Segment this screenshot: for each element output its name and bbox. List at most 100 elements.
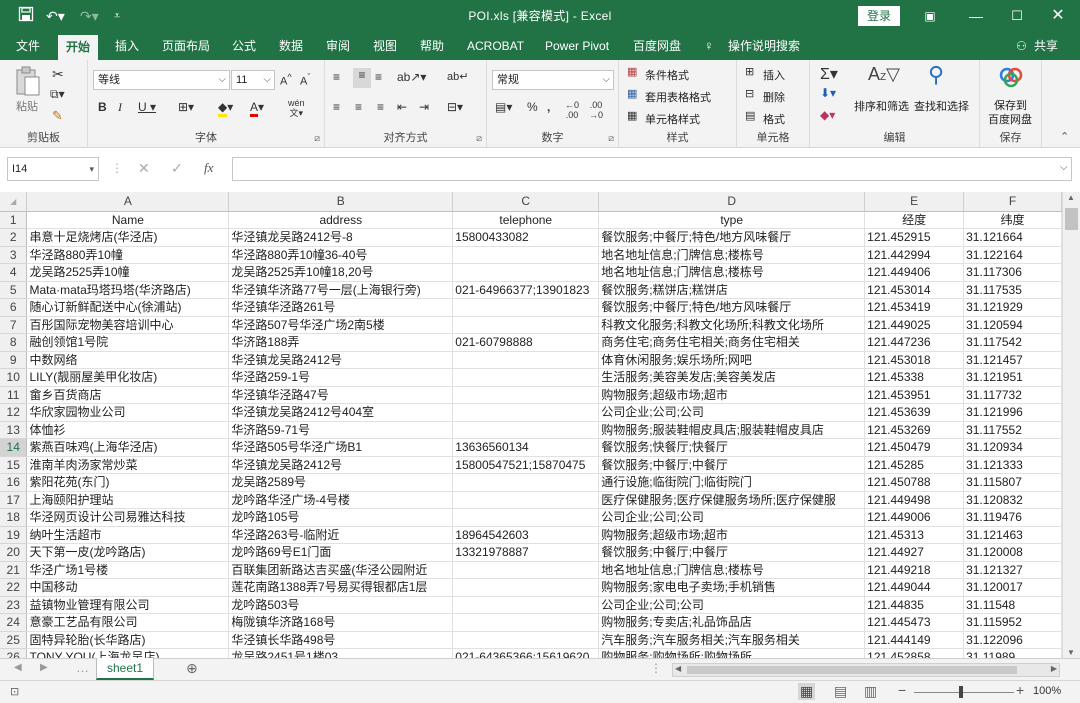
cell-e[interactable]: 121.44927 [864, 543, 965, 562]
minimize-icon[interactable]: — [963, 4, 989, 28]
cell-d[interactable]: 餐饮服务;中餐厅;特色/地方风味餐厅 [598, 228, 866, 247]
cell-b[interactable]: 华泾镇龙吴路2412号-8 [228, 228, 454, 247]
cell-c[interactable] [452, 561, 600, 579]
grow-font-icon[interactable]: A^ [280, 72, 292, 88]
format-as-table-icon[interactable]: ▦ [627, 87, 637, 100]
cell-e[interactable]: 121.452858 [864, 648, 965, 658]
cell-d[interactable]: 地名地址信息;门牌信息;楼栋号 [598, 246, 866, 264]
cell-d[interactable]: 餐饮服务;快餐厅;快餐厅 [598, 438, 866, 457]
cell-c[interactable] [452, 263, 600, 282]
cell-d[interactable]: 餐饮服务;中餐厅;中餐厅 [598, 543, 866, 562]
cell-e[interactable]: 121.453419 [864, 298, 965, 317]
tab-help[interactable]: 帮助 [420, 32, 444, 60]
cell-a[interactable]: 固特异轮胎(长华路店) [26, 631, 230, 649]
next-sheet-icon[interactable]: ▶ [40, 662, 48, 673]
cell-d[interactable]: 餐饮服务;糕饼店;糕饼店 [598, 281, 866, 299]
ribbon-display-icon[interactable]: ▣ [917, 4, 943, 28]
collapse-ribbon-icon[interactable]: ⌃ [1060, 130, 1069, 143]
tab-split-handle-icon[interactable]: ⋮ [650, 661, 662, 675]
align-right-icon[interactable]: ≡ [377, 100, 384, 114]
cell-e[interactable]: 121.444149 [864, 631, 965, 649]
page-break-view-icon[interactable]: ▥ [864, 683, 877, 700]
scroll-up-icon[interactable]: ▲ [1067, 193, 1075, 202]
cell-a[interactable]: 百彤国际宠物美容培训中心 [26, 316, 230, 334]
formula-input[interactable] [232, 157, 1072, 181]
cell-c[interactable]: 15800547521;15870475 [452, 456, 600, 474]
cell-b[interactable]: 华泾镇长华路498号 [228, 631, 454, 649]
cell-e[interactable]: 121.450479 [864, 438, 965, 457]
cut-icon[interactable]: ✂ [52, 66, 64, 83]
row-header[interactable]: 20 [0, 543, 28, 562]
cell-b[interactable]: 龙吟路503号 [228, 596, 454, 614]
cell-e[interactable]: 121.449406 [864, 263, 965, 282]
cell-c[interactable]: 18964542603 [452, 526, 600, 544]
cell-c[interactable] [452, 421, 600, 439]
cell-table[interactable]: ◢ A B C D E F 1 Name address telephone type 经… [0, 192, 1062, 658]
cell-d[interactable]: 购物服务;服装鞋帽皮具店;服装鞋帽皮具店 [598, 421, 866, 439]
align-middle-icon[interactable]: ≡ [353, 68, 371, 88]
align-left-icon[interactable]: ≡ [333, 100, 340, 114]
cell-e[interactable]: 121.449218 [864, 561, 965, 579]
cell-c[interactable]: telephone [452, 211, 600, 229]
cell-a[interactable]: 随心订新鲜配送中心(徐浦站) [26, 298, 230, 317]
cell-d[interactable]: 地名地址信息;门牌信息;楼栋号 [598, 263, 866, 282]
cell-f[interactable]: 31.121457 [963, 351, 1062, 369]
cell-f[interactable]: 31.11548 [963, 596, 1062, 614]
cell-f[interactable]: 31.122096 [963, 631, 1062, 649]
tab-baidu-netdisk[interactable]: 百度网盘 [633, 32, 681, 60]
cell-b[interactable]: 华泾镇华济路77号一层(上海银行旁) [228, 281, 454, 299]
fill-icon[interactable]: ⬇▾ [820, 86, 836, 100]
zoom-out-icon[interactable]: − [898, 682, 906, 698]
dialog-launcher-icon[interactable]: ⧄ [314, 133, 320, 144]
cell-a[interactable]: 意豪工艺品有限公司 [26, 613, 230, 632]
row-header[interactable]: 6 [0, 298, 28, 317]
cell-c[interactable] [452, 613, 600, 632]
cell-f[interactable]: 31.121327 [963, 561, 1062, 579]
zoom-in-icon[interactable]: + [1016, 682, 1024, 698]
row-header[interactable]: 26 [0, 648, 28, 658]
cell-e[interactable]: 121.453269 [864, 421, 965, 439]
cell-f[interactable]: 31.121463 [963, 526, 1062, 544]
find-select-button[interactable]: 查找和选择 [914, 98, 969, 114]
cell-c[interactable] [452, 368, 600, 387]
cell-a[interactable]: 华泾网页设计公司易雅达科技 [26, 508, 230, 527]
cell-a[interactable]: 华欣家园物业公司 [26, 403, 230, 422]
row-header[interactable]: 21 [0, 561, 28, 579]
delete-cells-button[interactable]: 删除 [763, 89, 785, 105]
sheet-tab-sheet1[interactable]: sheet1 [96, 658, 154, 680]
cell-e[interactable]: 121.449006 [864, 508, 965, 527]
cell-e[interactable]: 121.450788 [864, 473, 965, 492]
row-header[interactable]: 15 [0, 456, 28, 474]
cell-e[interactable]: 121.449498 [864, 491, 965, 509]
zoom-level[interactable]: 100% [1033, 685, 1061, 697]
sort-filter-button[interactable]: 排序和筛选 [854, 98, 909, 114]
cell-a[interactable]: 天下第一皮(龙吟路店) [26, 543, 230, 562]
row-header[interactable]: 23 [0, 596, 28, 614]
scroll-down-icon[interactable]: ▼ [1067, 648, 1075, 657]
insert-cells-icon[interactable]: ⊞ [745, 65, 754, 78]
maximize-icon[interactable]: ☐ [1004, 4, 1030, 28]
cell-d[interactable]: 体育休闲服务;娱乐场所;网吧 [598, 351, 866, 369]
cell-f[interactable]: 31.117535 [963, 281, 1062, 299]
cell-styles-icon[interactable]: ▦ [627, 109, 637, 122]
share-button[interactable]: 共享 [1034, 32, 1058, 60]
vertical-scroll-thumb[interactable] [1065, 208, 1078, 230]
cell-d[interactable]: 地名地址信息;门牌信息;楼栋号 [598, 561, 866, 579]
cell-e[interactable]: 121.45313 [864, 526, 965, 544]
clear-icon[interactable]: ◆▾ [820, 108, 835, 122]
wrap-text-icon[interactable]: ab↵ [447, 70, 468, 83]
format-as-table-button[interactable]: 套用表格格式 [645, 89, 711, 105]
cell-d[interactable]: 餐饮服务;中餐厅;特色/地方风味餐厅 [598, 298, 866, 317]
cell-a[interactable]: 上海颐阳护理站 [26, 491, 230, 509]
format-painter-icon[interactable]: ✎ [52, 108, 63, 124]
cell-a[interactable]: 纳叶生活超市 [26, 526, 230, 544]
cell-a[interactable]: 融创领馆1号院 [26, 333, 230, 352]
cell-c[interactable] [452, 631, 600, 649]
cell-f[interactable]: 31.115807 [963, 473, 1062, 492]
login-button[interactable]: 登录 [858, 6, 900, 26]
tab-more-icon[interactable]: … [76, 660, 89, 675]
cell-c[interactable] [452, 596, 600, 614]
decrease-indent-icon[interactable]: ⇤ [397, 100, 407, 114]
zoom-slider[interactable] [914, 692, 1014, 693]
tab-power-pivot[interactable]: Power Pivot [545, 32, 609, 60]
